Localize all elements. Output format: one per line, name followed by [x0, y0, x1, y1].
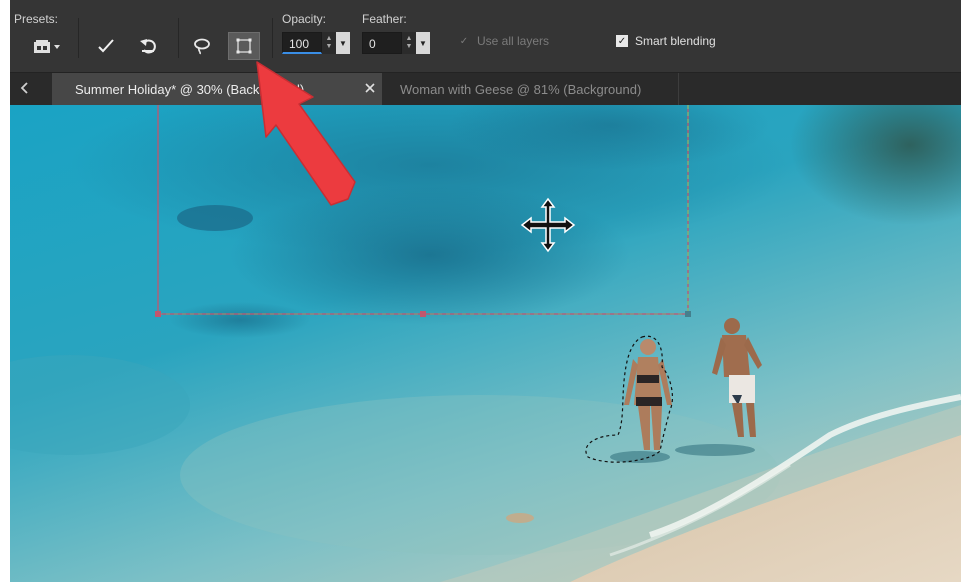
opacity-slider-dropdown[interactable]: ▼	[336, 32, 350, 54]
opacity-stepper[interactable]: ▲ ▼	[322, 32, 336, 54]
image-canvas[interactable]	[10, 105, 961, 582]
presets-icon	[31, 38, 61, 54]
toolbar-separator	[178, 18, 179, 58]
presets-label: Presets:	[14, 12, 59, 26]
checkmark-icon	[97, 38, 115, 54]
tab-summer-holiday[interactable]: Summer Holiday* @ 30% (Background)	[52, 73, 382, 105]
presets-dropdown-button[interactable]	[28, 33, 64, 59]
freehand-selection-button[interactable]	[188, 33, 216, 59]
use-all-layers-label: Use all layers	[477, 34, 550, 48]
document-tab-bar: Summer Holiday* @ 30% (Background) Woman…	[10, 73, 961, 105]
reset-button[interactable]	[134, 33, 162, 59]
opacity-spinbox[interactable]: 100 ▲ ▼ ▼	[282, 32, 350, 54]
close-icon[interactable]	[364, 82, 376, 97]
tool-options-toolbar: Presets: Opacity: 100 ▲ ▼ ▼ Feather: 0 ▲…	[10, 0, 961, 73]
toolbar-separator	[272, 18, 273, 58]
opacity-input[interactable]: 100	[282, 32, 322, 54]
dropdown-arrow-icon: ▼	[419, 38, 427, 48]
feather-label: Feather:	[362, 12, 407, 26]
spin-up-icon[interactable]: ▲	[406, 35, 413, 43]
chevron-left-icon	[20, 81, 30, 98]
opacity-label: Opacity:	[282, 12, 327, 26]
beach-photo	[10, 105, 961, 582]
toolbar-separator	[78, 18, 79, 58]
undo-icon	[139, 38, 157, 54]
smart-blending-checkbox[interactable]: ✓ Smart blending	[616, 34, 716, 48]
commit-button[interactable]	[92, 33, 120, 59]
spin-up-icon[interactable]: ▲	[326, 35, 333, 43]
rectangle-select-icon	[236, 38, 252, 54]
tab-scroll-left-button[interactable]	[10, 73, 40, 105]
feather-input[interactable]: 0	[362, 32, 402, 54]
smart-blending-label: Smart blending	[635, 34, 716, 48]
checkmark-icon: ✓	[459, 35, 469, 47]
use-all-layers-checkbox[interactable]: ✓ Use all layers	[458, 34, 549, 48]
tab-woman-with-geese[interactable]: Woman with Geese @ 81% (Background)	[386, 73, 679, 105]
lasso-icon	[193, 37, 211, 55]
tab-label: Woman with Geese @ 81% (Background)	[400, 81, 642, 97]
spin-down-icon[interactable]: ▼	[326, 43, 333, 51]
dropdown-arrow-icon: ▼	[339, 38, 347, 48]
checkbox-checked-icon: ✓	[616, 35, 628, 47]
feather-stepper[interactable]: ▲ ▼	[402, 32, 416, 54]
feather-spinbox[interactable]: 0 ▲ ▼ ▼	[362, 32, 430, 54]
rectangle-selection-button[interactable]	[228, 32, 260, 60]
application-window: Presets: Opacity: 100 ▲ ▼ ▼ Feather: 0 ▲…	[10, 0, 961, 582]
tab-label: Summer Holiday* @ 30% (Background)	[75, 81, 305, 97]
spin-down-icon[interactable]: ▼	[406, 43, 413, 51]
feather-slider-dropdown[interactable]: ▼	[416, 32, 430, 54]
